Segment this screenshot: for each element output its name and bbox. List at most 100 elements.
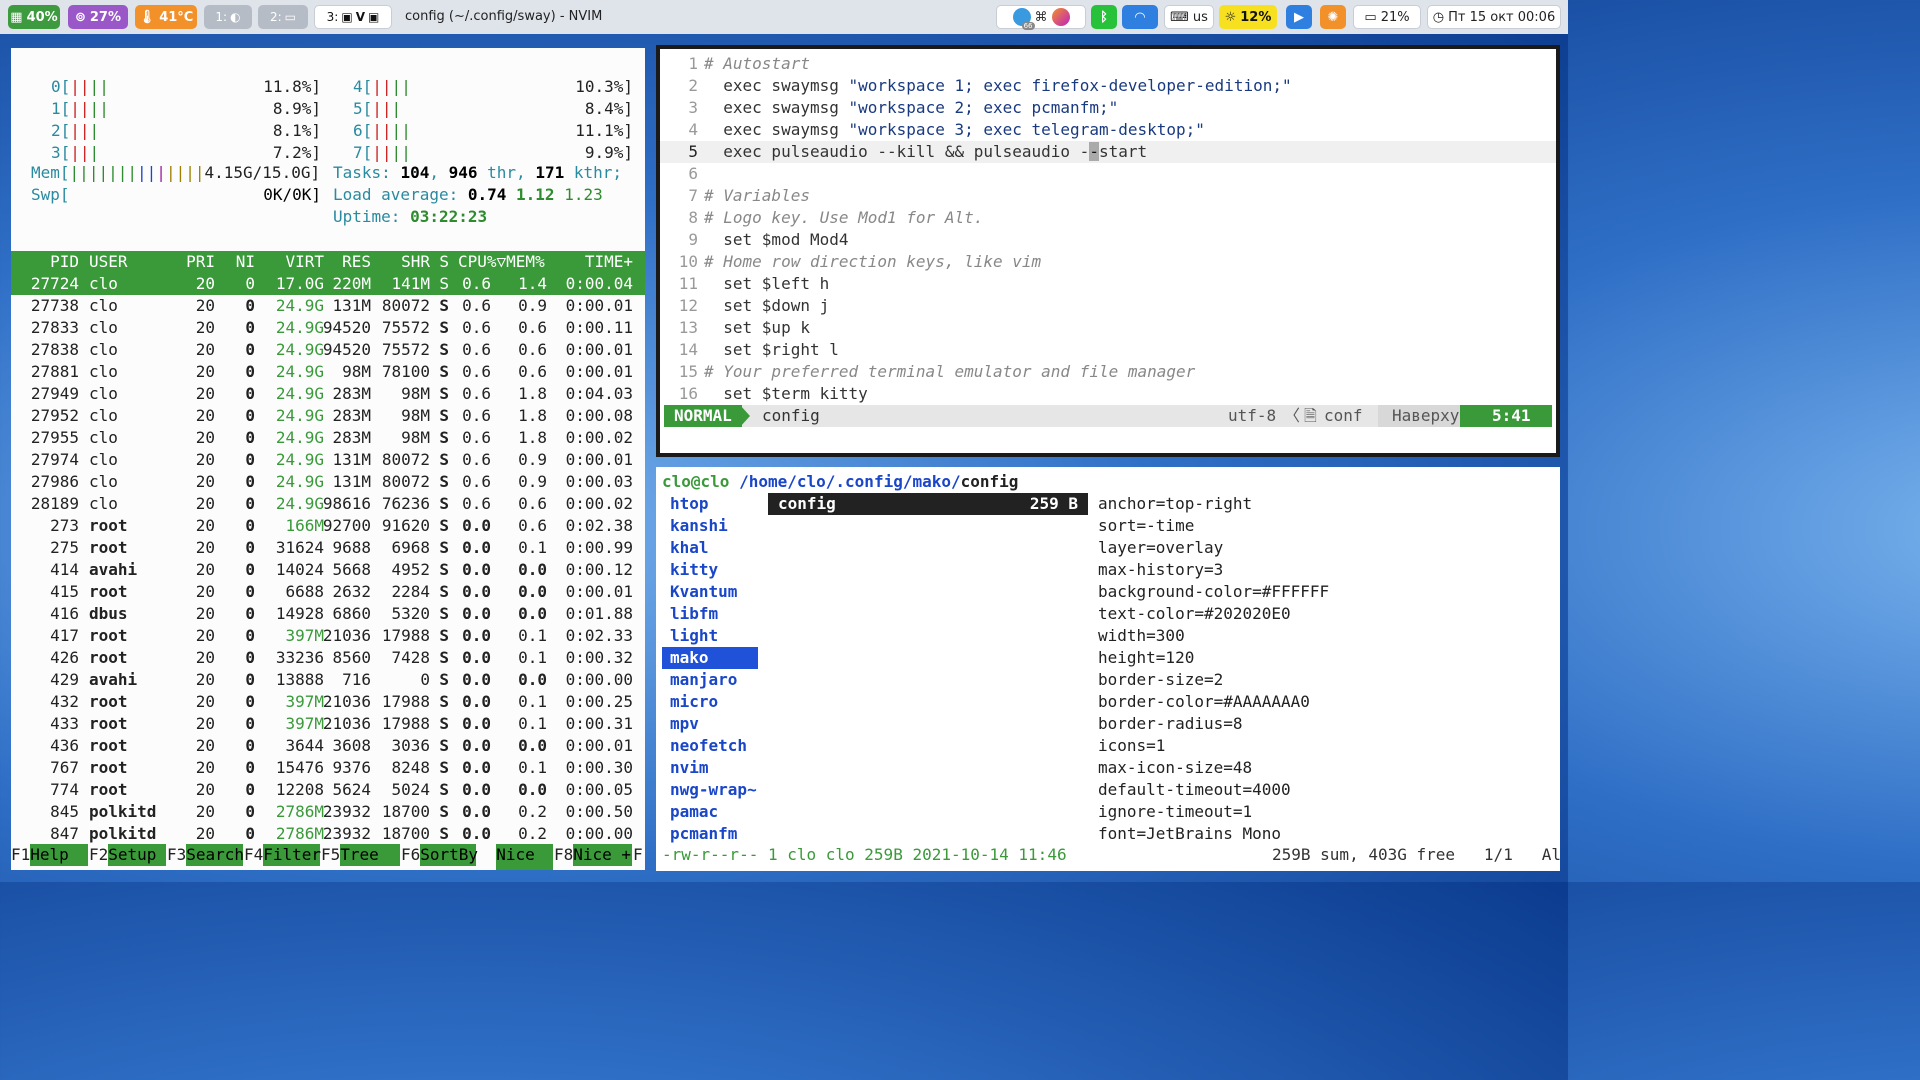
process-row[interactable]: 847 polkitd 20 0 2786M 23932 18700 S 0.0 0.2 0:00.… [11,823,645,845]
directory-item[interactable]: kitty [662,559,758,581]
directory-item[interactable]: nwg-wrap~ [662,779,758,801]
directory-item[interactable]: mako [662,647,758,669]
process-row[interactable]: 436 root 20 0 3644 3608 3036 S 0.0 0.0 0:00.01 [11,735,645,757]
directory-item[interactable]: micro [662,691,758,713]
process-row[interactable]: 429 avahi 20 0 13888 716 0 S 0.0 0.0 0:00.00 [11,669,645,691]
wifi-module[interactable]: ◠ [1122,5,1158,29]
directory-item[interactable]: nvim [662,757,758,779]
code-line[interactable]: set $down j [704,295,829,317]
column-header-res[interactable]: RES [342,251,371,273]
clock-module[interactable]: ◷ Пт 15 окт 00:06 [1427,5,1561,29]
process-row[interactable]: 426 root 20 0 33236 8560 7428 S 0.0 0.1 0:00.32 [11,647,645,669]
process-row[interactable]: 27974 clo 20 0 24.9G 131M 80072 S 0.6 0.9 0:00.01 [11,449,645,471]
directory-item[interactable]: pamac [662,801,758,823]
cpu-module[interactable]: ▦ 40% [8,5,60,29]
process-row[interactable]: 433 root 20 0 397M 21036 17988 S 0.0 0.1 0:00.31 [11,713,645,735]
workspace-3-button[interactable]: 3: ▣ V ▣ [314,5,392,29]
memory-module[interactable]: ⊚ 27% [68,5,128,29]
process-row[interactable]: 27881 clo 20 0 24.9G 98M 78100 S 0.6 0.6 0:00.01 [11,361,645,383]
code-line[interactable]: # Your preferred terminal emulator and f… [704,361,1195,383]
function-key-f5[interactable]: F5Tree [321,844,401,866]
process-row[interactable]: 414 avahi 20 0 14024 5668 4952 S 0.0 0.0 0:00.12 [11,559,645,581]
process-row[interactable]: 416 dbus 20 0 14928 6860 5320 S 0.0 0.0 0:01.88 [11,603,645,625]
function-key-f8[interactable]: F8Nice + [554,844,633,866]
ranger-window[interactable]: clo@clo /home/clo/.config/mako/config ht… [656,467,1560,871]
column-header-virt[interactable]: VIRT [285,251,324,273]
column-header-s[interactable]: S [439,251,449,273]
column-header-time[interactable]: TIME+ [585,251,633,273]
code-line[interactable]: set $right l [704,339,839,361]
telegram-tray-icon[interactable]: 66 [1012,8,1035,30]
directory-item[interactable]: neofetch [662,735,758,757]
code-line[interactable]: # Logo key. Use Mod1 for Alt. [704,207,983,229]
battery-module[interactable]: ▭ 21% [1353,5,1421,29]
directory-item[interactable]: light [662,625,758,647]
directory-item[interactable]: khal [662,537,758,559]
light-module[interactable]: ✺ [1320,5,1346,29]
code-line[interactable]: exec swaymsg "workspace 3; exec telegram… [704,119,1205,141]
directory-item[interactable]: libfm [662,603,758,625]
function-key-f4[interactable]: F4Filter [244,844,321,866]
column-header-cpumem[interactable]: CPU%▽MEM% [458,251,545,273]
column-header-shr[interactable]: SHR [401,251,430,273]
process-row[interactable]: 845 polkitd 20 0 2786M 23932 18700 S 0.0 0.2 0:00.… [11,801,645,823]
current-file-row[interactable]: config 259 B [768,493,1088,515]
function-key-f7[interactable]: F7Nice - [477,844,554,870]
function-key-f1[interactable]: F1Help [11,844,89,866]
temperature-module[interactable]: 🌡 41°C [135,5,197,29]
process-row[interactable]: 275 root 20 0 31624 9688 6968 S 0.0 0.1 0:00.99 [11,537,645,559]
process-row[interactable]: 27986 clo 20 0 24.9G 131M 80072 S 0.6 0.9 0:00.03 [11,471,645,493]
directory-item[interactable]: htop [662,493,758,515]
column-header-pid[interactable]: PID [50,251,79,273]
column-header-ni[interactable]: NI [236,251,255,273]
keyboard-layout-module[interactable]: ⌨ us [1164,5,1214,29]
process-row[interactable]: 27955 clo 20 0 24.9G 283M 98M S 0.6 1.8 0:00.02 [11,427,645,449]
code-line[interactable]: set $mod Mod4 [704,229,848,251]
process-row[interactable]: 432 root 20 0 397M 21036 17988 S 0.0 0.1 0:00.25 [11,691,645,713]
process-row[interactable]: 27949 clo 20 0 24.9G 283M 98M S 0.6 1.8 0:04.03 [11,383,645,405]
process-row[interactable]: 27724 clo 20 0 17.0G 220M 141M S 0.6 1.4 0:00.04 [11,273,645,295]
process-row[interactable]: 27833 clo 20 0 24.9G 94520 75572 S 0.6 0.6 0:00.11 [11,317,645,339]
function-key-f3[interactable]: F3Search [167,844,244,866]
process-row[interactable]: 415 root 20 0 6688 2632 2284 S 0.0 0.0 0:00.01 [11,581,645,603]
bluetooth-module[interactable]: ᛒ [1091,5,1117,29]
directory-item[interactable]: pcmanfm [662,823,758,845]
htop-window[interactable]: 0[|||| 11.8%] 1[|||| 8.9%] 2[||| 8.1%] 3[||| 7.… [11,48,645,870]
process-row[interactable]: 774 root 20 0 12208 5624 5024 S 0.0 0.0 0:00.05 [11,779,645,801]
function-key-f2[interactable]: F2Setup [89,844,167,866]
process-row[interactable]: 273 root 20 0 166M 92700 91620 S 0.0 0.6 0:02.38 [11,515,645,537]
process-row[interactable]: 28189 clo 20 0 24.9G 98616 76236 S 0.6 0.6 0:00.02 [11,493,645,515]
process-row[interactable]: 27738 clo 20 0 24.9G 131M 80072 S 0.6 0.9 0:00.01 [11,295,645,317]
function-key-f[interactable]: F [633,844,643,866]
brightness-module[interactable]: ☼ 12% [1219,5,1277,29]
process-row[interactable]: 417 root 20 0 397M 21036 17988 S 0.0 0.1 0:02.33 [11,625,645,647]
code-line[interactable]: set $term kitty [704,383,868,405]
network-tray-icon[interactable]: ⌘ [1035,10,1048,25]
process-row[interactable]: 27952 clo 20 0 24.9G 283M 98M S 0.6 1.8 0:00.08 [11,405,645,427]
directory-item[interactable]: manjaro [662,669,758,691]
workspace-1-button[interactable]: 1: ◐ [204,5,252,29]
column-header-user[interactable]: USER [89,251,128,273]
line-number: 14 [678,340,698,359]
process-row[interactable]: 767 root 20 0 15476 9376 8248 S 0.0 0.1 0:00.30 [11,757,645,779]
code-line[interactable]: # Autostart [704,53,810,75]
directory-item[interactable]: kanshi [662,515,758,537]
process-mem: 0.6 [518,494,547,513]
process-row[interactable]: 27838 clo 20 0 24.9G 94520 75572 S 0.6 0.6 0:00.01 [11,339,645,361]
firefox-tray-icon[interactable] [1051,8,1070,26]
code-line[interactable]: exec swaymsg "workspace 1; exec firefox-… [704,75,1291,97]
function-key-f6[interactable]: F6SortBy [401,844,478,866]
code-line[interactable]: # Home row direction keys, like vim [704,251,1041,273]
column-header-pri[interactable]: PRI [186,251,215,273]
code-line[interactable]: set $left h [704,273,829,295]
workspace-2-button[interactable]: 2: ▭ [258,5,308,29]
code-line[interactable]: exec swaymsg "workspace 2; exec pcmanfm;… [704,97,1118,119]
directory-item[interactable]: mpv [662,713,758,735]
code-line[interactable]: exec pulseaudio --kill && pulseaudio --s… [704,141,1147,163]
media-module[interactable]: ▶ [1286,5,1312,29]
directory-item[interactable]: Kvantum [662,581,758,603]
code-line[interactable]: set $up k [704,317,810,339]
nvim-window[interactable]: 1 # Autostart 2 exec swaymsg "workspace 1;… [656,45,1560,457]
process-table-header[interactable]: PID USER PRI NI VIRT RES SHR S CPU%▽MEM% TIME+ [11,251,645,273]
code-line[interactable]: # Variables [704,185,810,207]
